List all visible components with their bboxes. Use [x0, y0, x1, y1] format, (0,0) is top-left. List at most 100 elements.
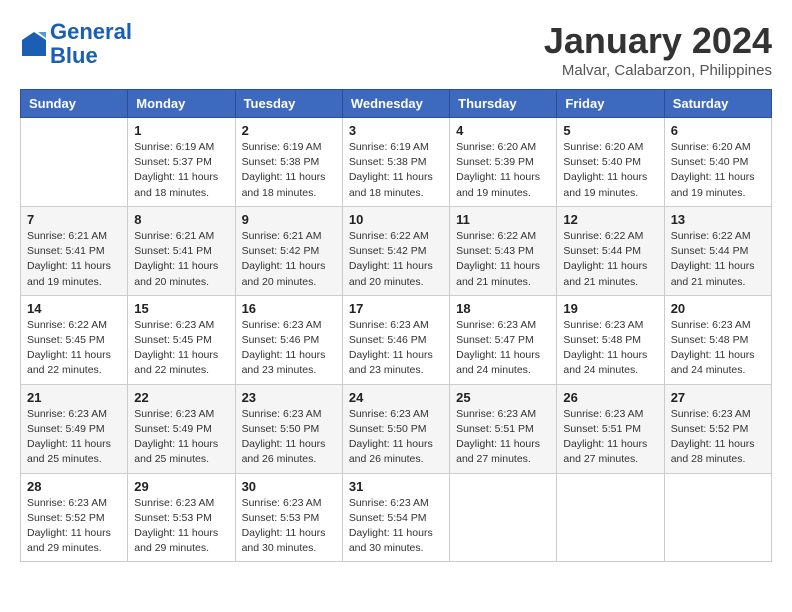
day-number: 6 [671, 123, 765, 138]
calendar-cell: 1Sunrise: 6:19 AM Sunset: 5:37 PM Daylig… [128, 118, 235, 207]
day-number: 18 [456, 301, 550, 316]
day-number: 1 [134, 123, 228, 138]
day-number: 15 [134, 301, 228, 316]
weekday-header-tuesday: Tuesday [235, 90, 342, 118]
calendar-cell: 30 Sunrise: 6:23 AM Sunset: 5:53 PM Dayli… [235, 473, 342, 562]
logo: General Blue [20, 20, 132, 68]
day-detail: Sunrise: 6:21 AM Sunset: 5:42 PM Dayligh… [242, 229, 336, 290]
calendar-week-2: 7 Sunrise: 6:21 AM Sunset: 5:41 PM Daylig… [21, 206, 772, 295]
calendar-cell: 21 Sunrise: 6:23 AM Sunset: 5:49 PM Dayli… [21, 384, 128, 473]
day-detail: Sunrise: 6:20 AM Sunset: 5:40 PM Dayligh… [563, 140, 657, 201]
calendar-cell: 7 Sunrise: 6:21 AM Sunset: 5:41 PM Daylig… [21, 206, 128, 295]
calendar-cell: 8 Sunrise: 6:21 AM Sunset: 5:41 PM Daylig… [128, 206, 235, 295]
day-number: 2 [242, 123, 336, 138]
calendar-week-4: 21 Sunrise: 6:23 AM Sunset: 5:49 PM Dayli… [21, 384, 772, 473]
calendar-body: 1Sunrise: 6:19 AM Sunset: 5:37 PM Daylig… [21, 118, 772, 562]
calendar-cell: 10 Sunrise: 6:22 AM Sunset: 5:42 PM Dayli… [342, 206, 449, 295]
day-detail: Sunrise: 6:22 AM Sunset: 5:45 PM Dayligh… [27, 318, 121, 379]
day-detail: Sunrise: 6:23 AM Sunset: 5:52 PM Dayligh… [27, 496, 121, 557]
calendar-cell [557, 473, 664, 562]
calendar-cell: 29Sunrise: 6:23 AM Sunset: 5:53 PM Dayli… [128, 473, 235, 562]
day-detail: Sunrise: 6:22 AM Sunset: 5:44 PM Dayligh… [671, 229, 765, 290]
weekday-header-row: SundayMondayTuesdayWednesdayThursdayFrid… [21, 90, 772, 118]
day-detail: Sunrise: 6:23 AM Sunset: 5:49 PM Dayligh… [27, 407, 121, 468]
calendar-table: SundayMondayTuesdayWednesdayThursdayFrid… [20, 89, 772, 562]
calendar-cell [664, 473, 771, 562]
day-number: 13 [671, 212, 765, 227]
month-title: January 2024 [544, 20, 772, 62]
day-number: 17 [349, 301, 443, 316]
day-number: 9 [242, 212, 336, 227]
day-detail: Sunrise: 6:19 AM Sunset: 5:38 PM Dayligh… [349, 140, 443, 201]
calendar-cell: 6 Sunrise: 6:20 AM Sunset: 5:40 PM Daylig… [664, 118, 771, 207]
calendar-cell: 5 Sunrise: 6:20 AM Sunset: 5:40 PM Daylig… [557, 118, 664, 207]
calendar-week-5: 28Sunrise: 6:23 AM Sunset: 5:52 PM Dayli… [21, 473, 772, 562]
day-number: 20 [671, 301, 765, 316]
day-detail: Sunrise: 6:23 AM Sunset: 5:53 PM Dayligh… [242, 496, 336, 557]
calendar-cell: 22Sunrise: 6:23 AM Sunset: 5:49 PM Dayli… [128, 384, 235, 473]
day-detail: Sunrise: 6:23 AM Sunset: 5:48 PM Dayligh… [563, 318, 657, 379]
calendar-cell: 19 Sunrise: 6:23 AM Sunset: 5:48 PM Dayli… [557, 295, 664, 384]
calendar-cell [450, 473, 557, 562]
day-number: 3 [349, 123, 443, 138]
calendar-week-3: 14 Sunrise: 6:22 AM Sunset: 5:45 PM Dayli… [21, 295, 772, 384]
calendar-cell: 18 Sunrise: 6:23 AM Sunset: 5:47 PM Dayli… [450, 295, 557, 384]
day-number: 19 [563, 301, 657, 316]
day-number: 10 [349, 212, 443, 227]
day-number: 4 [456, 123, 550, 138]
day-detail: Sunrise: 6:23 AM Sunset: 5:46 PM Dayligh… [349, 318, 443, 379]
day-detail: Sunrise: 6:21 AM Sunset: 5:41 PM Dayligh… [27, 229, 121, 290]
day-detail: Sunrise: 6:23 AM Sunset: 5:54 PM Dayligh… [349, 496, 443, 557]
day-detail: Sunrise: 6:19 AM Sunset: 5:38 PM Dayligh… [242, 140, 336, 201]
day-detail: Sunrise: 6:23 AM Sunset: 5:50 PM Dayligh… [349, 407, 443, 468]
calendar-cell: 27 Sunrise: 6:23 AM Sunset: 5:52 PM Dayli… [664, 384, 771, 473]
day-detail: Sunrise: 6:23 AM Sunset: 5:53 PM Dayligh… [134, 496, 228, 557]
title-block: January 2024 Malvar, Calabarzon, Philipp… [544, 20, 772, 79]
calendar-cell: 25Sunrise: 6:23 AM Sunset: 5:51 PM Dayli… [450, 384, 557, 473]
day-detail: Sunrise: 6:22 AM Sunset: 5:44 PM Dayligh… [563, 229, 657, 290]
day-number: 12 [563, 212, 657, 227]
day-number: 8 [134, 212, 228, 227]
calendar-cell: 24 Sunrise: 6:23 AM Sunset: 5:50 PM Dayli… [342, 384, 449, 473]
logo-text: General Blue [50, 20, 132, 68]
day-number: 21 [27, 390, 121, 405]
weekday-header-thursday: Thursday [450, 90, 557, 118]
day-number: 11 [456, 212, 550, 227]
day-detail: Sunrise: 6:22 AM Sunset: 5:42 PM Dayligh… [349, 229, 443, 290]
calendar-cell: 14 Sunrise: 6:22 AM Sunset: 5:45 PM Dayli… [21, 295, 128, 384]
day-number: 30 [242, 479, 336, 494]
day-detail: Sunrise: 6:23 AM Sunset: 5:46 PM Dayligh… [242, 318, 336, 379]
day-detail: Sunrise: 6:20 AM Sunset: 5:39 PM Dayligh… [456, 140, 550, 201]
calendar-cell: 11Sunrise: 6:22 AM Sunset: 5:43 PM Dayli… [450, 206, 557, 295]
day-number: 5 [563, 123, 657, 138]
day-detail: Sunrise: 6:23 AM Sunset: 5:51 PM Dayligh… [456, 407, 550, 468]
day-number: 27 [671, 390, 765, 405]
day-detail: Sunrise: 6:20 AM Sunset: 5:40 PM Dayligh… [671, 140, 765, 201]
calendar-header: SundayMondayTuesdayWednesdayThursdayFrid… [21, 90, 772, 118]
weekday-header-saturday: Saturday [664, 90, 771, 118]
calendar-cell: 15 Sunrise: 6:23 AM Sunset: 5:45 PM Dayli… [128, 295, 235, 384]
calendar-cell: 17 Sunrise: 6:23 AM Sunset: 5:46 PM Dayli… [342, 295, 449, 384]
calendar-cell: 4 Sunrise: 6:20 AM Sunset: 5:39 PM Daylig… [450, 118, 557, 207]
weekday-header-wednesday: Wednesday [342, 90, 449, 118]
calendar-cell: 3 Sunrise: 6:19 AM Sunset: 5:38 PM Daylig… [342, 118, 449, 207]
calendar-cell: 31Sunrise: 6:23 AM Sunset: 5:54 PM Dayli… [342, 473, 449, 562]
day-number: 14 [27, 301, 121, 316]
day-number: 24 [349, 390, 443, 405]
day-detail: Sunrise: 6:23 AM Sunset: 5:50 PM Dayligh… [242, 407, 336, 468]
calendar-cell: 23 Sunrise: 6:23 AM Sunset: 5:50 PM Dayli… [235, 384, 342, 473]
calendar-cell: 28Sunrise: 6:23 AM Sunset: 5:52 PM Dayli… [21, 473, 128, 562]
day-number: 23 [242, 390, 336, 405]
day-detail: Sunrise: 6:23 AM Sunset: 5:52 PM Dayligh… [671, 407, 765, 468]
day-detail: Sunrise: 6:23 AM Sunset: 5:45 PM Dayligh… [134, 318, 228, 379]
day-number: 16 [242, 301, 336, 316]
day-number: 26 [563, 390, 657, 405]
calendar-cell [21, 118, 128, 207]
day-number: 7 [27, 212, 121, 227]
day-detail: Sunrise: 6:23 AM Sunset: 5:47 PM Dayligh… [456, 318, 550, 379]
calendar-cell: 20Sunrise: 6:23 AM Sunset: 5:48 PM Dayli… [664, 295, 771, 384]
day-detail: Sunrise: 6:23 AM Sunset: 5:49 PM Dayligh… [134, 407, 228, 468]
day-detail: Sunrise: 6:21 AM Sunset: 5:41 PM Dayligh… [134, 229, 228, 290]
calendar-cell: 2 Sunrise: 6:19 AM Sunset: 5:38 PM Daylig… [235, 118, 342, 207]
weekday-header-sunday: Sunday [21, 90, 128, 118]
